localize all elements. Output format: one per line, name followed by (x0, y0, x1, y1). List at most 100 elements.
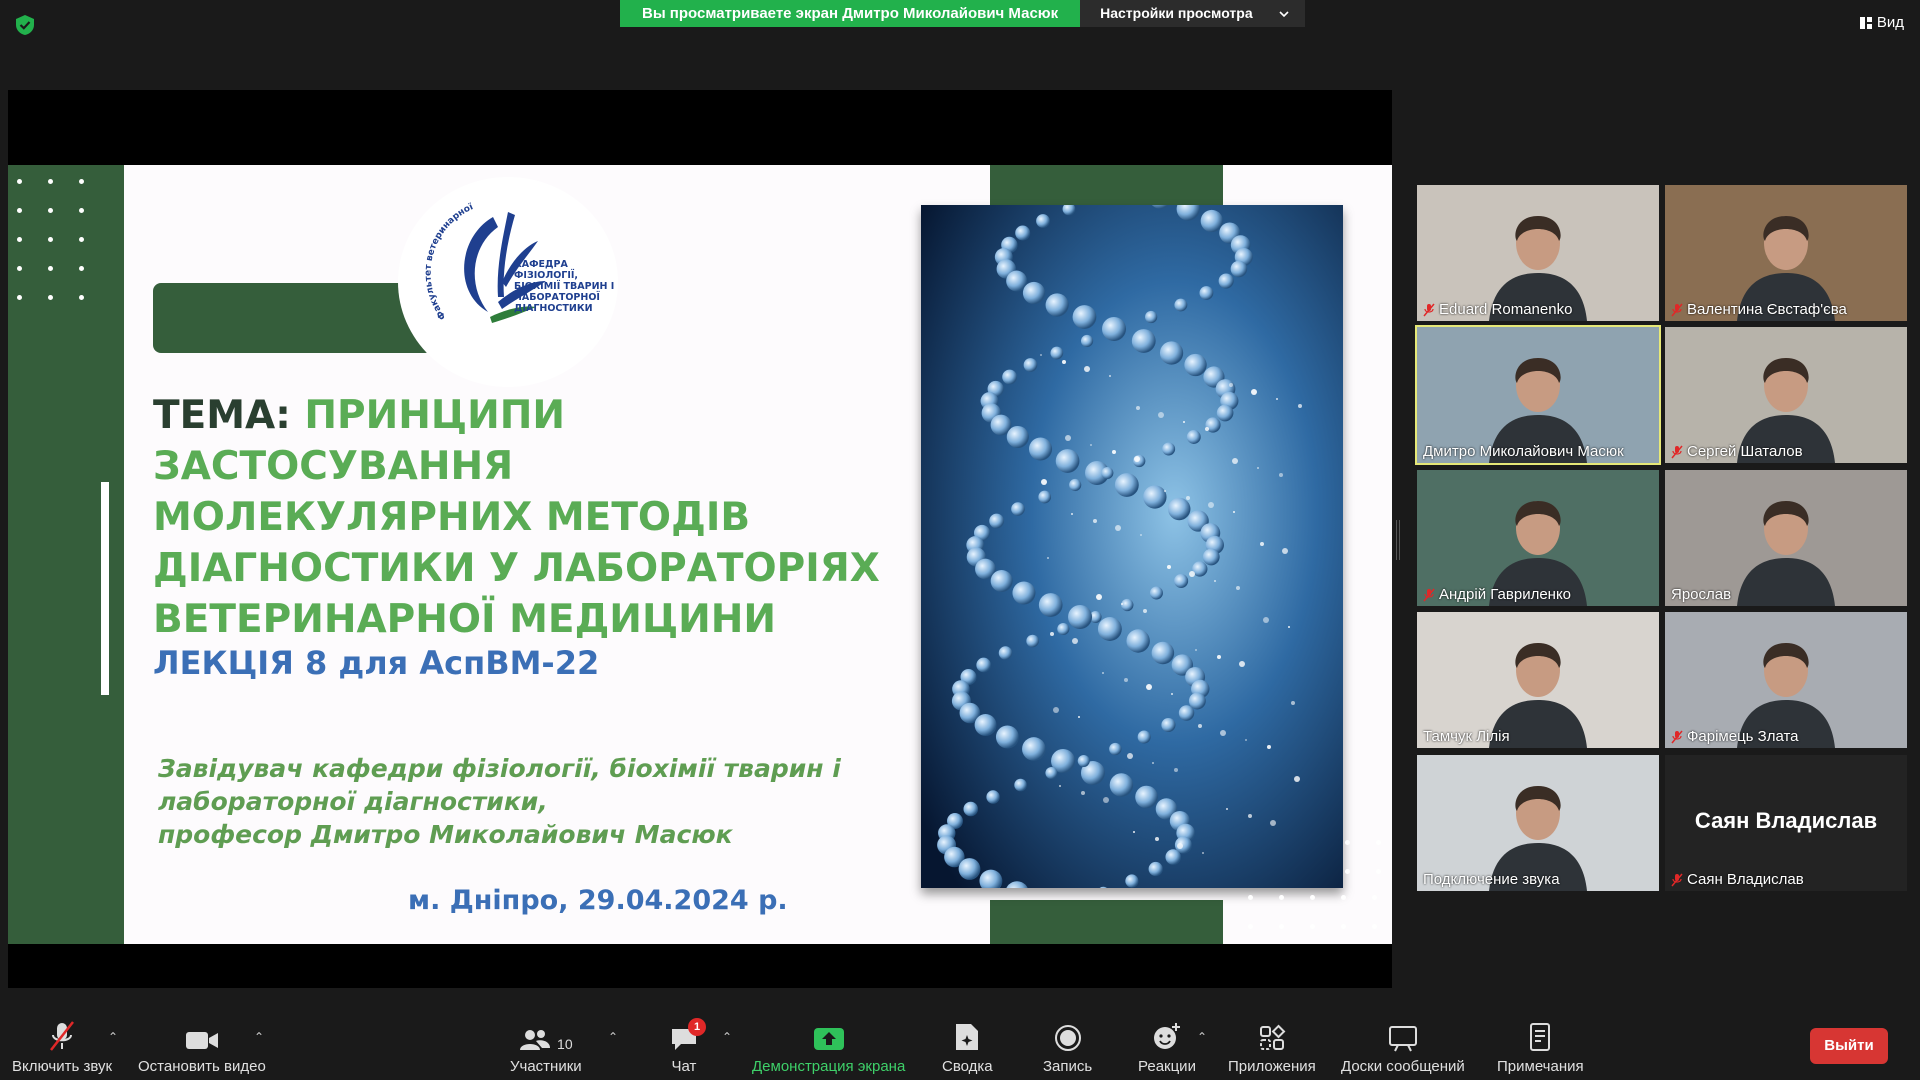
lecture-label: ЛЕКЦІЯ 8 для АспВМ-22 (153, 644, 600, 682)
screen-share-banner: Вы просматриваете экран Дмитро Миколайов… (620, 0, 1305, 27)
logo-line-2: ФІЗІОЛОГІЇ, (514, 270, 578, 281)
whiteboards-button[interactable]: Доски сообщений (1341, 1020, 1465, 1075)
participant-name-label: Ярослав (1671, 586, 1731, 603)
stop-video-button[interactable]: Остановить видео (138, 1020, 266, 1075)
microphone-muted-icon (1423, 588, 1435, 601)
reactions-label: Реакции (1138, 1058, 1196, 1075)
participant-tile[interactable]: Валентина Євстаф'єва (1665, 185, 1907, 321)
dna-bead (1159, 341, 1184, 365)
microphone-muted-icon (1671, 445, 1683, 458)
dna-spark (1226, 808, 1228, 810)
dna-spark (1288, 626, 1290, 628)
dna-bead (1050, 346, 1064, 360)
dna-spark (1102, 672, 1104, 674)
dna-bead (1015, 225, 1031, 241)
participants-button[interactable]: 10 Участники (510, 1020, 582, 1075)
dna-spark (1260, 542, 1264, 546)
notes-icon (1530, 1023, 1551, 1051)
participant-tile[interactable]: Сергей Шаталов (1665, 327, 1907, 463)
dna-spark (1133, 831, 1135, 833)
dna-spark (1270, 820, 1276, 826)
participant-display-name: Саян Владислав (1694, 808, 1878, 833)
dna-bead (1186, 430, 1201, 444)
dna-bead (1137, 730, 1151, 744)
audio-options-caret[interactable]: ⌃ (108, 1030, 118, 1044)
apps-button[interactable]: Приложения (1228, 1020, 1316, 1075)
dna-bead (1178, 705, 1195, 721)
dna-bead (974, 714, 997, 736)
dna-bead (1200, 209, 1223, 233)
chevron-down-icon (1279, 10, 1289, 17)
view-button-label: Вид (1876, 14, 1904, 31)
security-shield-icon[interactable] (14, 14, 36, 36)
microphone-muted-icon (1423, 303, 1435, 316)
whiteboards-label: Доски сообщений (1341, 1058, 1465, 1075)
dna-spark (1245, 739, 1247, 741)
share-screen-button[interactable]: Демонстрация экрана (752, 1020, 905, 1075)
chat-options-caret[interactable]: ⌃ (722, 1030, 732, 1044)
participant-tile[interactable]: Подключение звука (1417, 755, 1659, 891)
tema-label: ТЕМА: (153, 393, 291, 438)
slide-right-band-top (990, 165, 1223, 205)
dna-spark (1233, 511, 1235, 513)
participant-tile[interactable]: Саян Владислав Саян Владислав (1665, 755, 1907, 891)
notes-label: Примечания (1497, 1058, 1584, 1075)
participant-tile[interactable]: Ярослав (1665, 470, 1907, 606)
leave-meeting-button[interactable]: Выйти (1810, 1028, 1888, 1064)
decor-dots-bottom (1248, 895, 1377, 929)
panel-splitter-handle[interactable] (1396, 520, 1400, 560)
notes-button[interactable]: Примечания (1497, 1020, 1584, 1075)
dna-spark (1183, 421, 1185, 423)
dna-spark (1041, 479, 1047, 485)
author-info: Завідувач кафедри фізіології, біохімії т… (158, 752, 918, 851)
view-settings-dropdown[interactable]: Настройки просмотра (1080, 0, 1305, 27)
dna-spark (1103, 797, 1109, 803)
dna-spark (1155, 837, 1159, 841)
view-button[interactable]: Вид (1859, 14, 1904, 31)
participant-name: Фарімець Злата (1687, 728, 1799, 745)
dna-bead (1149, 586, 1163, 600)
dna-bead (1151, 641, 1175, 665)
participant-tile[interactable]: Тамчук Лілія (1417, 612, 1659, 748)
dna-bead (1022, 281, 1046, 305)
unmute-button[interactable]: Включить звук (12, 1020, 112, 1075)
dna-spark (1078, 716, 1080, 718)
top-bar: Вы просматриваете экран Дмитро Миколайов… (0, 0, 1920, 40)
dna-spark (1294, 776, 1300, 782)
reactions-button[interactable]: Реакции (1138, 1020, 1196, 1075)
participant-name: Eduard Romanenko (1439, 301, 1573, 318)
summary-button[interactable]: Сводка (942, 1020, 993, 1075)
dna-bead (1045, 766, 1058, 780)
participant-tile[interactable]: Дмитро Миколайович Масюк (1415, 325, 1661, 465)
dna-spark (1143, 609, 1147, 613)
slide-title: ТЕМА: ПРИНЦИПИ ЗАСТОСУВАННЯ МОЛЕКУЛЯРНИХ… (153, 390, 923, 645)
participant-tile[interactable]: Eduard Romanenko (1417, 185, 1659, 321)
participant-tile[interactable]: Андрій Гавриленко (1417, 470, 1659, 606)
share-screen-icon (813, 1028, 844, 1050)
dna-spark (1084, 366, 1090, 372)
department-logo: Факультет ветеринарної медицини КАФЕДРА … (394, 170, 618, 387)
logo-arc-text: Факультет ветеринарної медицини (394, 170, 477, 321)
dna-spark (1291, 701, 1295, 705)
dna-bead (1023, 358, 1038, 372)
dna-bead (1174, 573, 1189, 589)
chat-label: Чат (671, 1058, 697, 1075)
participants-icon (520, 1030, 551, 1050)
dna-bead (1097, 617, 1122, 641)
reactions-options-caret[interactable]: ⌃ (1197, 1030, 1207, 1044)
dna-spark (1205, 427, 1209, 431)
dna-spark (1251, 389, 1257, 395)
dna-bead (1165, 849, 1182, 865)
participants-options-caret[interactable]: ⌃ (608, 1030, 618, 1044)
dna-spark (1096, 594, 1102, 600)
unmute-label: Включить звук (12, 1058, 113, 1075)
dna-bead (1218, 273, 1234, 289)
dna-bead (1014, 778, 1027, 792)
participant-name: Ярослав (1671, 586, 1732, 603)
record-button[interactable]: Запись (1043, 1020, 1092, 1075)
video-options-caret[interactable]: ⌃ (254, 1030, 264, 1044)
dna-bead (1162, 442, 1176, 456)
microphone-muted-icon (50, 1021, 74, 1051)
participant-tile[interactable]: Фарімець Злата (1665, 612, 1907, 748)
grid-view-icon (1859, 16, 1872, 29)
